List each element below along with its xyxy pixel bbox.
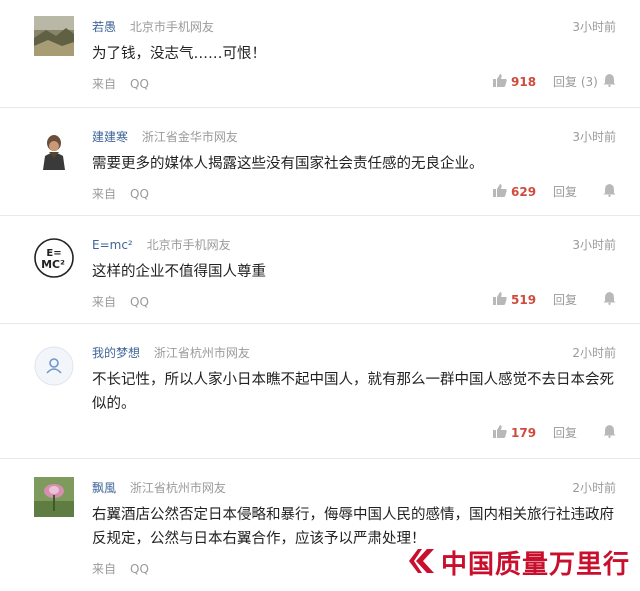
comment-time: 3小时前 bbox=[572, 238, 616, 252]
comment-item: E= MC² E=mc² 北京市手机网友 3小时前 这样的企业不值得国人尊重 来… bbox=[0, 216, 640, 324]
like-count: 629 bbox=[511, 184, 537, 199]
svg-text:MC²: MC² bbox=[41, 258, 65, 271]
username-link[interactable]: 建建寒 bbox=[92, 130, 128, 144]
source-client: QQ bbox=[130, 295, 149, 309]
comment-header: 飘風 浙江省杭州市网友 bbox=[92, 479, 226, 496]
avatar[interactable] bbox=[34, 16, 74, 56]
thumbs-up-icon[interactable] bbox=[493, 291, 507, 308]
comment-source: 来自 QQ bbox=[92, 560, 149, 577]
bell-icon[interactable] bbox=[603, 183, 616, 200]
bell-icon[interactable] bbox=[603, 291, 616, 308]
source-client: QQ bbox=[130, 77, 149, 91]
comment-header: E=mc² 北京市手机网友 bbox=[92, 236, 231, 253]
bell-icon[interactable] bbox=[603, 73, 616, 90]
thumbs-up-icon[interactable] bbox=[493, 183, 507, 200]
comment-actions: 519 回复 bbox=[493, 291, 616, 308]
bell-icon[interactable] bbox=[603, 424, 616, 441]
source-label: 来自 bbox=[92, 295, 117, 309]
source-client: QQ bbox=[130, 187, 149, 201]
thumbs-up-icon[interactable] bbox=[493, 424, 507, 441]
reply-button[interactable]: 回复 bbox=[553, 183, 601, 200]
thumbs-up-icon[interactable] bbox=[493, 73, 507, 90]
comment-text: 不长记性，所以人家小日本瞧不起中国人，就有那么一群中国人感觉不去日本会死似的。 bbox=[92, 372, 614, 412]
like-count: 179 bbox=[511, 425, 537, 440]
reply-button[interactable]: 回复 (3) bbox=[553, 73, 601, 90]
reply-button[interactable]: 回复 bbox=[553, 291, 601, 308]
source-label: 来自 bbox=[92, 187, 117, 201]
comment-source: 来自 QQ bbox=[92, 185, 149, 202]
logo-icon bbox=[407, 546, 437, 580]
comment-text: 需要更多的媒体人揭露这些没有国家社会责任感的无良企业。 bbox=[92, 156, 484, 172]
user-location: 北京市手机网友 bbox=[146, 238, 231, 252]
user-location: 浙江省杭州市网友 bbox=[129, 481, 226, 495]
comment-text: 为了钱，没志气……可恨！ bbox=[92, 46, 266, 62]
username-link[interactable]: 若愚 bbox=[92, 20, 116, 34]
reply-button[interactable]: 回复 bbox=[553, 424, 601, 441]
watermark: 中国质量万里行 bbox=[407, 544, 630, 581]
comment-time: 3小时前 bbox=[572, 130, 616, 144]
comment-time: 3小时前 bbox=[572, 20, 616, 34]
comment-source bbox=[92, 426, 106, 440]
source-label: 来自 bbox=[92, 562, 117, 576]
comment-item: 若愚 北京市手机网友 3小时前 为了钱，没志气……可恨！ 来自 QQ 918 回复 … bbox=[0, 0, 640, 108]
comment-source: 来自 QQ bbox=[92, 293, 149, 310]
avatar[interactable] bbox=[34, 130, 74, 170]
user-location: 浙江省金华市网友 bbox=[141, 130, 238, 144]
username-link[interactable]: 我的梦想 bbox=[92, 346, 140, 360]
comment-text: 这样的企业不值得国人尊重 bbox=[92, 264, 266, 280]
source-label: 来自 bbox=[92, 77, 117, 91]
source-client: QQ bbox=[130, 562, 149, 576]
watermark-text: 中国质量万里行 bbox=[440, 550, 630, 580]
comment-time: 2小时前 bbox=[572, 481, 616, 495]
username-link[interactable]: 飘風 bbox=[92, 481, 116, 495]
comment-actions: 179 回复 bbox=[493, 424, 616, 441]
comment-actions: 918 回复 (3) bbox=[493, 73, 616, 90]
like-count: 918 bbox=[511, 74, 537, 89]
comment-header: 我的梦想 浙江省杭州市网友 bbox=[92, 344, 250, 361]
username-link[interactable]: E=mc² bbox=[92, 238, 133, 252]
comment-source: 来自 QQ bbox=[92, 75, 149, 92]
user-location: 北京市手机网友 bbox=[129, 20, 214, 34]
comment-list: 若愚 北京市手机网友 3小时前 为了钱，没志气……可恨！ 来自 QQ 918 回复 … bbox=[0, 0, 640, 589]
like-count: 519 bbox=[511, 292, 537, 307]
comment-item: 建建寒 浙江省金华市网友 3小时前 需要更多的媒体人揭露这些没有国家社会责任感的… bbox=[0, 108, 640, 216]
avatar[interactable] bbox=[34, 477, 74, 517]
comment-actions: 629 回复 bbox=[493, 183, 616, 200]
avatar[interactable] bbox=[34, 346, 74, 386]
avatar[interactable]: E= MC² bbox=[34, 238, 74, 278]
comment-header: 若愚 北京市手机网友 bbox=[92, 18, 214, 35]
user-location: 浙江省杭州市网友 bbox=[153, 346, 250, 360]
comment-item: 我的梦想 浙江省杭州市网友 2小时前 不长记性，所以人家小日本瞧不起中国人，就有… bbox=[0, 324, 640, 459]
comment-time: 2小时前 bbox=[572, 346, 616, 360]
comment-header: 建建寒 浙江省金华市网友 bbox=[92, 128, 238, 145]
